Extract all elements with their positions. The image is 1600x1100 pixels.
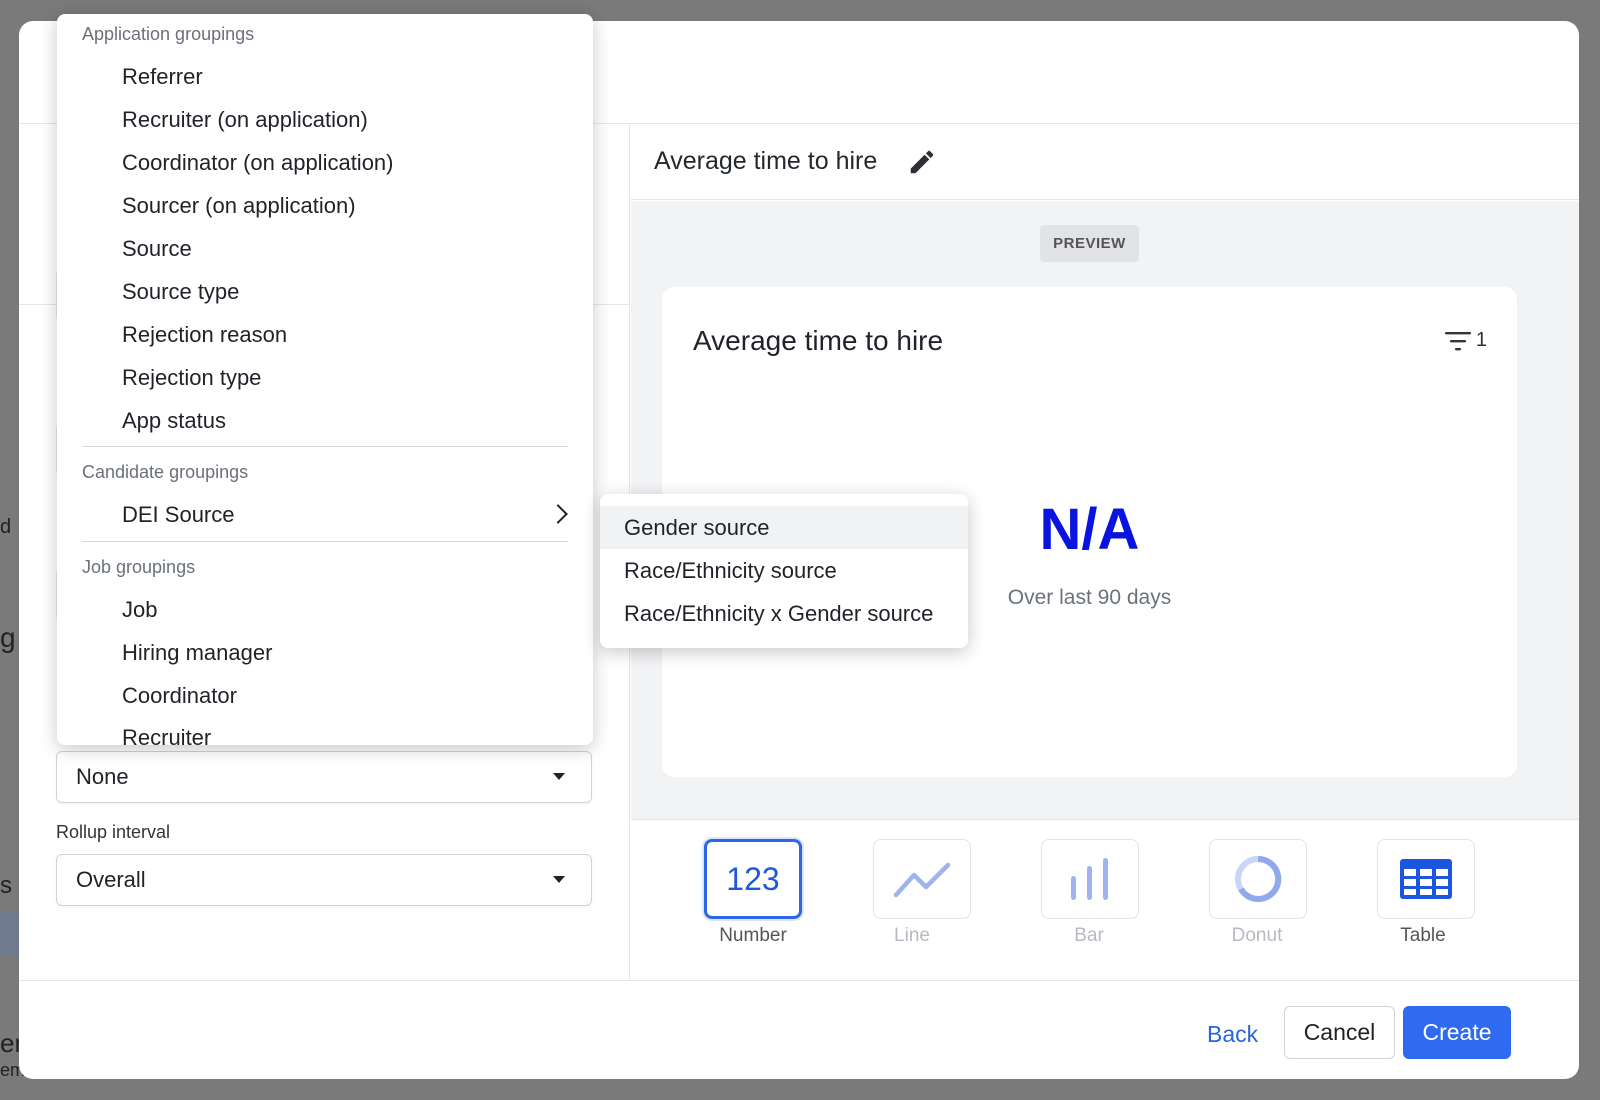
menu-item[interactable]: Rejection type bbox=[122, 365, 261, 391]
visualization-picker: 123 Number Line Bar Donut Table bbox=[631, 821, 1579, 961]
submenu-item-gender-source[interactable]: Gender source bbox=[600, 506, 968, 549]
filter-indicator[interactable]: 1 bbox=[1444, 329, 1487, 352]
rollup-interval-label: Rollup interval bbox=[56, 822, 171, 842]
chart-title-row: Average time to hire bbox=[631, 124, 1579, 200]
viz-donut-button[interactable] bbox=[1209, 839, 1307, 919]
viz-bar-label: Bar bbox=[1074, 925, 1104, 946]
caret-down-icon bbox=[553, 773, 565, 780]
menu-item[interactable]: Coordinator bbox=[122, 683, 237, 709]
card-title: Average time to hire bbox=[693, 325, 944, 356]
create-button[interactable]: Create bbox=[1403, 1006, 1511, 1059]
viz-donut-label: Donut bbox=[1231, 925, 1283, 946]
background-text: d bbox=[0, 516, 12, 538]
viz-number-label: Number bbox=[719, 925, 787, 946]
background-highlight bbox=[0, 912, 19, 956]
table-icon bbox=[1400, 859, 1452, 899]
chart-title: Average time to hire bbox=[654, 147, 878, 175]
pencil-edit-icon[interactable] bbox=[907, 147, 937, 177]
menu-item[interactable]: Source type bbox=[122, 279, 239, 305]
menu-item[interactable]: Sourcer (on application) bbox=[122, 193, 356, 219]
cancel-button[interactable]: Cancel bbox=[1284, 1006, 1395, 1059]
viz-line-label: Line bbox=[894, 925, 930, 946]
background-text: g bbox=[0, 622, 16, 653]
submenu-item-race-gender-source[interactable]: Race/Ethnicity x Gender source bbox=[600, 592, 968, 635]
group-label-application: Application groupings bbox=[82, 24, 255, 44]
menu-item-dei-source[interactable]: DEI Source bbox=[122, 502, 235, 528]
menu-item[interactable]: Referrer bbox=[122, 64, 203, 90]
menu-item[interactable]: Source bbox=[122, 236, 192, 262]
preview-badge: PREVIEW bbox=[1040, 225, 1139, 262]
viz-table-button[interactable] bbox=[1377, 839, 1475, 919]
menu-item[interactable]: Rejection reason bbox=[122, 322, 287, 348]
menu-item[interactable]: Recruiter (on application) bbox=[122, 107, 368, 133]
menu-item[interactable]: Job bbox=[122, 597, 157, 623]
menu-item[interactable]: App status bbox=[122, 408, 226, 434]
chevron-right-icon bbox=[548, 504, 568, 524]
number-123-icon: 123 bbox=[726, 860, 780, 897]
viz-number-button[interactable]: 123 bbox=[704, 839, 802, 919]
filter-count: 1 bbox=[1475, 329, 1487, 351]
donut-chart-icon bbox=[1235, 855, 1282, 902]
grouping-select[interactable]: None bbox=[56, 751, 592, 803]
background-text: s bbox=[0, 872, 12, 899]
modal-footer: Back Cancel Create bbox=[19, 980, 1579, 1079]
group-label-candidate: Candidate groupings bbox=[82, 462, 249, 482]
menu-divider bbox=[82, 541, 568, 542]
menu-divider bbox=[82, 446, 568, 447]
rollup-interval-select[interactable]: Overall bbox=[56, 854, 592, 906]
group-label-job: Job groupings bbox=[82, 557, 196, 577]
viz-bar-button[interactable] bbox=[1041, 839, 1139, 919]
bar-chart-icon bbox=[1071, 858, 1108, 900]
menu-item[interactable]: Coordinator (on application) bbox=[122, 150, 394, 176]
caret-down-icon bbox=[553, 876, 565, 883]
viz-table-label: Table bbox=[1400, 925, 1446, 946]
viz-line-button[interactable] bbox=[873, 839, 971, 919]
dei-source-submenu: Gender source Race/Ethnicity source Race… bbox=[600, 494, 968, 648]
grouping-dropdown-menu: Application groupings Referrer Recruiter… bbox=[57, 14, 593, 745]
menu-item[interactable]: Hiring manager bbox=[122, 640, 272, 666]
submenu-item-race-ethnicity-source[interactable]: Race/Ethnicity source bbox=[600, 549, 968, 592]
rollup-interval-value: Overall bbox=[76, 867, 146, 892]
filter-icon bbox=[1444, 331, 1471, 350]
back-button[interactable]: Back bbox=[1199, 1008, 1266, 1060]
grouping-select-value: None bbox=[76, 764, 129, 789]
menu-item[interactable]: Recruiter bbox=[122, 725, 211, 745]
line-chart-icon bbox=[893, 862, 951, 898]
